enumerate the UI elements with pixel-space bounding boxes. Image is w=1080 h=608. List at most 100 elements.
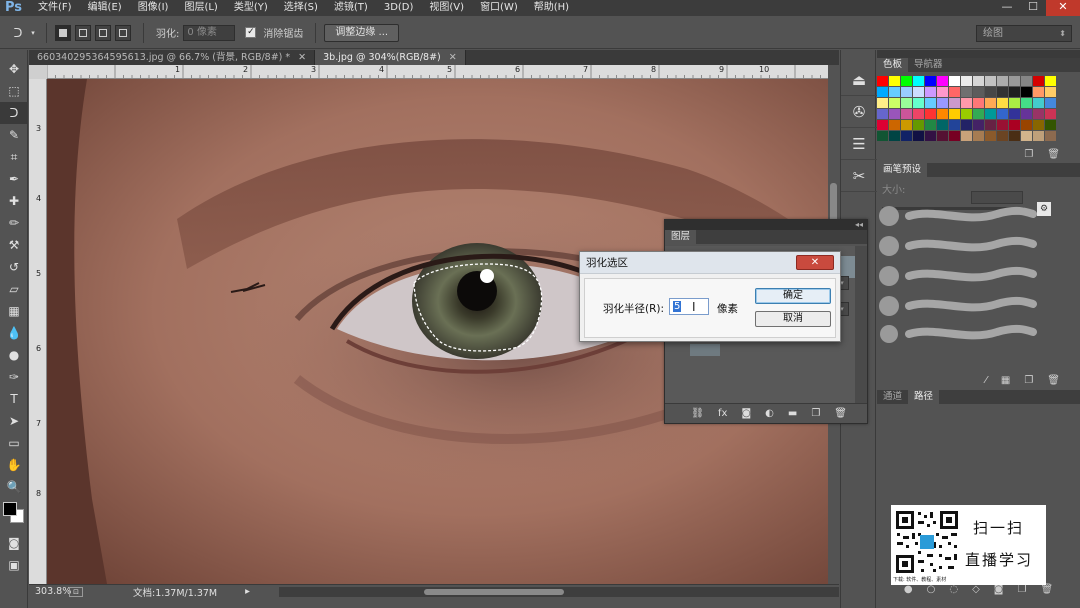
dropdown-arrow-icon[interactable]: ▾ bbox=[28, 23, 38, 43]
refine-edge-button[interactable]: 调整边缘 ... bbox=[324, 23, 400, 42]
color-swatch[interactable] bbox=[985, 131, 996, 141]
tab-document-2[interactable]: 3b.jpg @ 304%(RGB/8#) ✕ bbox=[315, 50, 466, 65]
type-tool-icon[interactable]: T bbox=[0, 388, 28, 410]
color-swatch[interactable] bbox=[961, 131, 972, 141]
history-brush-tool-icon[interactable]: ↺ bbox=[0, 256, 28, 278]
tab-channels[interactable]: 通道 bbox=[877, 390, 908, 404]
color-swatch[interactable] bbox=[1021, 87, 1032, 97]
color-swatch[interactable] bbox=[1021, 131, 1032, 141]
color-swatch[interactable] bbox=[985, 98, 996, 108]
tab-swatches[interactable]: 色板 bbox=[877, 58, 909, 72]
close-window-button[interactable]: ✕ bbox=[1046, 0, 1080, 16]
color-swatch[interactable] bbox=[1021, 98, 1032, 108]
color-swatch[interactable] bbox=[901, 131, 912, 141]
zoom-tool-icon[interactable]: 🔍 bbox=[0, 476, 28, 498]
tool-presets-icon[interactable]: ✂ bbox=[841, 160, 877, 192]
dialog-close-button[interactable]: ✕ bbox=[796, 255, 834, 270]
mask-icon[interactable]: ◙ bbox=[741, 408, 751, 419]
color-swatch[interactable] bbox=[997, 76, 1008, 86]
trash-icon[interactable]: 🗑 bbox=[834, 408, 847, 419]
color-swatch[interactable] bbox=[925, 98, 936, 108]
brush-toggle-icon[interactable]: ⁄ bbox=[985, 375, 987, 386]
color-swatch[interactable] bbox=[913, 109, 924, 119]
color-swatch[interactable] bbox=[913, 131, 924, 141]
new-swatch-icon[interactable]: ❐ bbox=[1024, 149, 1033, 160]
color-swatch[interactable] bbox=[1045, 87, 1056, 97]
shape-tool-icon[interactable]: ▭ bbox=[0, 432, 28, 454]
quick-select-tool-icon[interactable]: ✎ bbox=[0, 124, 28, 146]
history-icon[interactable]: ⏏ bbox=[841, 64, 877, 96]
color-swatch[interactable] bbox=[1009, 131, 1020, 141]
color-swatch[interactable] bbox=[889, 76, 900, 86]
color-swatches[interactable] bbox=[0, 498, 28, 528]
mask-icon[interactable]: ◙ bbox=[994, 584, 1004, 598]
trash-icon[interactable]: 🗑 bbox=[1040, 584, 1053, 598]
foreground-color-swatch[interactable] bbox=[3, 502, 17, 516]
color-swatch[interactable] bbox=[1033, 76, 1044, 86]
status-icon[interactable]: ⊡ bbox=[69, 586, 83, 597]
subtract-selection-icon[interactable] bbox=[95, 24, 111, 41]
tab-paths[interactable]: 路径 bbox=[908, 390, 940, 404]
color-swatch[interactable] bbox=[1009, 120, 1020, 130]
scroll-thumb[interactable] bbox=[830, 183, 837, 223]
menu-file[interactable]: 文件(F) bbox=[30, 0, 80, 16]
color-swatch[interactable] bbox=[997, 109, 1008, 119]
new-path-icon[interactable]: ❐ bbox=[1017, 584, 1026, 598]
color-swatch[interactable] bbox=[1021, 109, 1032, 119]
lasso-tool-icon[interactable]: ᑐ bbox=[0, 102, 28, 124]
color-swatch[interactable] bbox=[877, 109, 888, 119]
tab-navigator[interactable]: 导航器 bbox=[908, 58, 949, 72]
actions-icon[interactable]: ✇ bbox=[841, 96, 877, 128]
close-icon[interactable]: ✕ bbox=[298, 52, 306, 63]
color-swatch[interactable] bbox=[949, 131, 960, 141]
color-swatch[interactable] bbox=[997, 120, 1008, 130]
ruler-origin[interactable] bbox=[29, 65, 47, 79]
brush-grid-icon[interactable]: ▦ bbox=[1001, 375, 1010, 386]
color-swatch[interactable] bbox=[925, 109, 936, 119]
horizontal-ruler[interactable]: 1 2 3 4 5 6 7 8 9 10 bbox=[47, 65, 828, 79]
color-swatch[interactable] bbox=[985, 87, 996, 97]
marquee-tool-icon[interactable]: ⬚ bbox=[0, 80, 28, 102]
status-menu-arrow-icon[interactable]: ▸ bbox=[245, 586, 250, 597]
maximize-button[interactable]: ☐ bbox=[1020, 0, 1046, 16]
menu-edit[interactable]: 编辑(E) bbox=[80, 0, 130, 16]
color-swatch[interactable] bbox=[973, 87, 984, 97]
color-swatch[interactable] bbox=[889, 109, 900, 119]
color-swatch[interactable] bbox=[1033, 98, 1044, 108]
color-swatch[interactable] bbox=[925, 131, 936, 141]
layers-panel-collapse[interactable]: ◂◂ bbox=[665, 220, 867, 230]
scroll-thumb[interactable] bbox=[424, 589, 564, 595]
workspace-select[interactable]: 绘图 ⬍ bbox=[976, 25, 1072, 42]
color-swatch[interactable] bbox=[985, 120, 996, 130]
layers-scrollbar[interactable] bbox=[855, 246, 867, 404]
tab-layers[interactable]: 图层 bbox=[665, 230, 697, 244]
new-selection-icon[interactable] bbox=[55, 24, 71, 41]
fill-path-icon[interactable]: ● bbox=[904, 584, 913, 598]
tab-brush-presets[interactable]: 画笔预设 bbox=[877, 163, 928, 177]
ok-button[interactable]: 确定 bbox=[755, 288, 831, 304]
color-swatch[interactable] bbox=[1009, 109, 1020, 119]
color-swatch[interactable] bbox=[985, 76, 996, 86]
close-icon[interactable]: ✕ bbox=[449, 52, 457, 63]
folder-icon[interactable]: ▬ bbox=[788, 408, 797, 419]
vertical-ruler[interactable]: 3 4 5 6 7 8 bbox=[29, 79, 47, 584]
intersect-selection-icon[interactable] bbox=[115, 24, 131, 41]
color-swatch[interactable] bbox=[913, 87, 924, 97]
hand-tool-icon[interactable]: ✋ bbox=[0, 454, 28, 476]
menu-filter[interactable]: 滤镜(T) bbox=[326, 0, 376, 16]
layer-thumbnail[interactable] bbox=[690, 344, 720, 356]
cancel-button[interactable]: 取消 bbox=[755, 311, 831, 327]
color-swatch[interactable] bbox=[877, 131, 888, 141]
color-swatch[interactable] bbox=[901, 87, 912, 97]
color-swatch[interactable] bbox=[1009, 87, 1020, 97]
minimize-button[interactable]: — bbox=[994, 0, 1020, 16]
new-brush-icon[interactable]: ❐ bbox=[1024, 375, 1033, 386]
path-select-tool-icon[interactable]: ➤ bbox=[0, 410, 28, 432]
color-swatch[interactable] bbox=[937, 98, 948, 108]
menu-select[interactable]: 选择(S) bbox=[276, 0, 326, 16]
load-selection-icon[interactable]: ◌ bbox=[949, 584, 958, 598]
color-swatch[interactable] bbox=[1033, 131, 1044, 141]
color-swatch[interactable] bbox=[1045, 120, 1056, 130]
adjustment-icon[interactable]: ◐ bbox=[765, 408, 774, 419]
color-swatch[interactable] bbox=[913, 98, 924, 108]
